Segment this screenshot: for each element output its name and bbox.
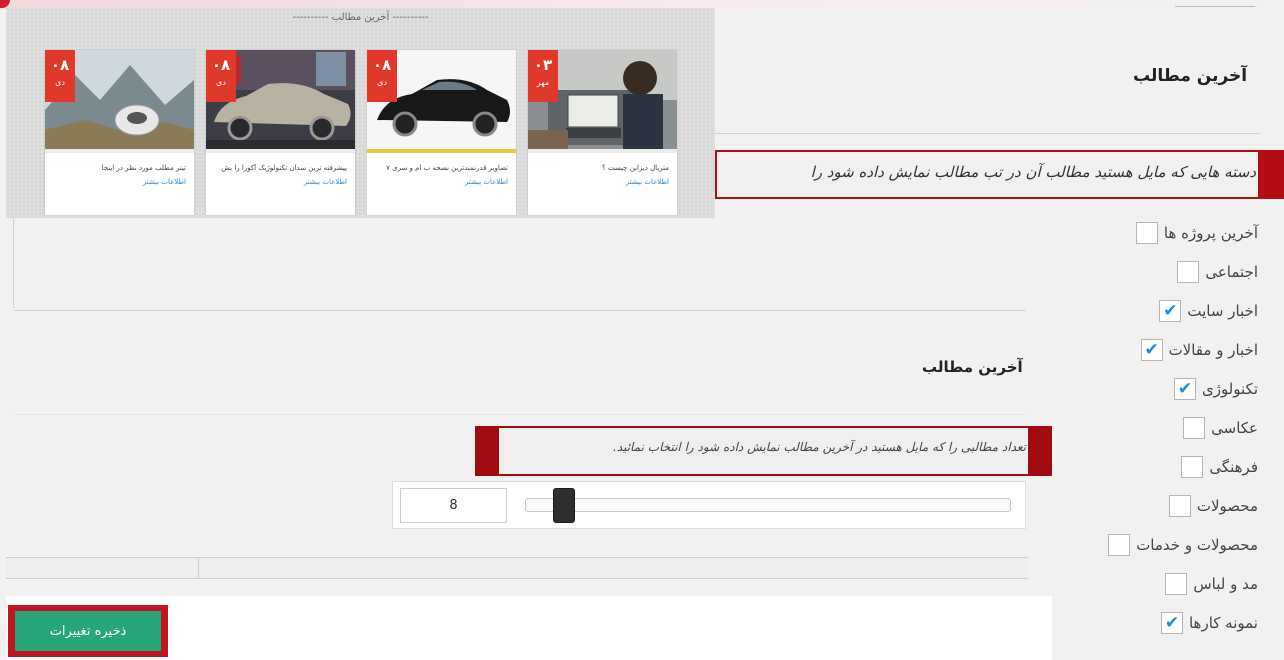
card-stripe [367, 149, 516, 153]
read-more-link[interactable]: اطلاعات بیشتر [626, 178, 669, 186]
categories-description: دسته هایی که مایل هستید مطالب آن در تب م… [810, 163, 1256, 181]
card-stripe [45, 149, 194, 153]
card-stripe [206, 149, 355, 153]
date-month: دی [377, 78, 387, 87]
category-item[interactable]: ✔ تکنولوژی [1173, 376, 1258, 402]
category-checkbox[interactable] [1168, 495, 1191, 517]
red-accent-bar [1258, 152, 1282, 197]
category-item[interactable]: آخرین پروژه ها [1135, 220, 1258, 246]
separator [14, 414, 1026, 415]
category-label: عکاسی [1211, 419, 1258, 437]
read-more-link[interactable]: اطلاعات بیشتر [465, 178, 508, 186]
post-title: تصاویر قدرتمندترین نسخه ب ام و سری ۷ [386, 164, 508, 172]
post-card[interactable]: ۰۳ مهر متریال دیزاین چیست ؟ اطلاعات بیشتر [528, 50, 677, 215]
date-month: دی [216, 78, 226, 87]
checkmark-icon: ✔ [1144, 339, 1159, 360]
checkmark-icon: ✔ [1163, 300, 1178, 321]
red-accent-bar [477, 428, 499, 474]
date-badge: ۰۸ دی [45, 50, 75, 102]
post-title: متریال دیزاین چیست ؟ [602, 164, 669, 172]
post-count-input[interactable] [400, 488, 507, 523]
footer-bar [6, 557, 1028, 579]
category-checkbox[interactable] [1165, 573, 1188, 595]
category-item[interactable]: ✔ اخبار سایت [1159, 298, 1258, 324]
category-label: محصولات و خدمات [1136, 536, 1258, 554]
latest-posts-preview: ---------- آخرین مطالب ---------- ۰۳ مهر م… [6, 8, 715, 218]
date-month: مهر [536, 78, 550, 87]
category-item[interactable]: مد و لباس [1165, 571, 1258, 597]
post-card[interactable]: ۰۸ دی پیشرفته ترین سدان تکنولوژیک آکورا را… [206, 50, 355, 215]
post-count-slider-track[interactable] [525, 498, 1011, 512]
red-accent-bar [1028, 428, 1050, 474]
top-strip [0, 0, 1284, 8]
post-title: پیشرفته ترین سدان تکنولوژیک آکورا را بش [221, 164, 347, 172]
save-changes-button[interactable]: ذخیره تغییرات [15, 611, 161, 651]
category-checkbox[interactable]: ✔ [1140, 339, 1163, 361]
category-checkbox[interactable] [1135, 222, 1158, 244]
post-title: تیتر مطلب مورد نظر در اینجا [101, 164, 186, 172]
save-button-highlight: ذخیره تغییرات [8, 605, 168, 657]
categories-description-box: دسته هایی که مایل هستید مطالب آن در تب م… [715, 150, 1284, 199]
category-item[interactable]: محصولات و خدمات [1108, 532, 1258, 558]
category-item[interactable]: محصولات [1168, 493, 1258, 519]
separator [14, 310, 1026, 311]
category-label: اجتماعی [1205, 263, 1258, 281]
latest-posts-heading: آخرین مطالب [1133, 66, 1248, 86]
checkmark-icon: ✔ [1164, 612, 1180, 633]
post-count-slider-handle[interactable] [552, 488, 575, 523]
top-right-divider [1175, 6, 1255, 7]
date-day: ۰۸ [372, 56, 392, 74]
category-item[interactable]: عکاسی [1183, 415, 1258, 441]
category-item[interactable]: اجتماعی [1177, 259, 1258, 285]
settings-right-column [1052, 8, 1284, 660]
post-card[interactable]: ۰۸ دی تیتر مطلب مورد نظر در اینجا اطلاعات ب… [45, 50, 194, 215]
category-label: اخبار سایت [1187, 302, 1258, 320]
date-badge: ۰۸ دی [206, 50, 236, 102]
card-stripe [528, 149, 677, 153]
read-more-link[interactable]: اطلاعات بیشتر [143, 178, 186, 186]
post-card[interactable]: ۰۸ دی تصاویر قدرتمندترین نسخه ب ام و سری ۷… [367, 50, 516, 215]
category-label: محصولات [1196, 497, 1258, 515]
category-label: تکنولوژی [1201, 380, 1258, 398]
date-month: دی [55, 78, 65, 87]
count-description: تعداد مطالبی را که مایل هستید در آخرین م… [612, 440, 1026, 454]
date-day: ۰۳ [533, 56, 553, 74]
read-more-link[interactable]: اطلاعات بیشتر [304, 178, 347, 186]
category-checkbox[interactable] [1183, 417, 1206, 439]
category-checkbox[interactable]: ✔ [1159, 300, 1182, 322]
category-checkbox[interactable] [1181, 456, 1204, 478]
category-item[interactable]: ✔ نمونه کارها [1160, 610, 1258, 636]
date-day: ۰۸ [50, 56, 70, 74]
category-checkbox[interactable]: ✔ [1173, 378, 1196, 400]
count-description-box: تعداد مطالبی را که مایل هستید در آخرین م… [475, 426, 1052, 476]
category-checkbox[interactable]: ✔ [1160, 612, 1183, 634]
date-day: ۰۸ [211, 56, 231, 74]
date-badge: ۰۸ دی [367, 50, 397, 102]
category-label: آخرین پروژه ها [1163, 224, 1258, 242]
category-item[interactable]: ✔ اخبار و مقالات [1140, 337, 1258, 363]
separator [715, 133, 1260, 134]
category-label: نمونه کارها [1188, 614, 1258, 632]
category-checkbox[interactable] [1108, 534, 1131, 556]
footer-divider [198, 558, 199, 578]
preview-title: ---------- آخرین مطالب ---------- [292, 12, 429, 23]
category-label: اخبار و مقالات [1168, 341, 1258, 359]
category-label: مد و لباس [1193, 575, 1258, 593]
category-item[interactable]: فرهنگی [1181, 454, 1258, 480]
left-border [13, 218, 14, 308]
checkmark-icon: ✔ [1177, 378, 1193, 399]
post-count-control [392, 481, 1026, 529]
category-checkbox[interactable] [1177, 261, 1200, 283]
category-label: فرهنگی [1209, 458, 1258, 476]
post-count-heading: آخرین مطالب [922, 358, 1023, 376]
date-badge: ۰۳ مهر [528, 50, 558, 102]
